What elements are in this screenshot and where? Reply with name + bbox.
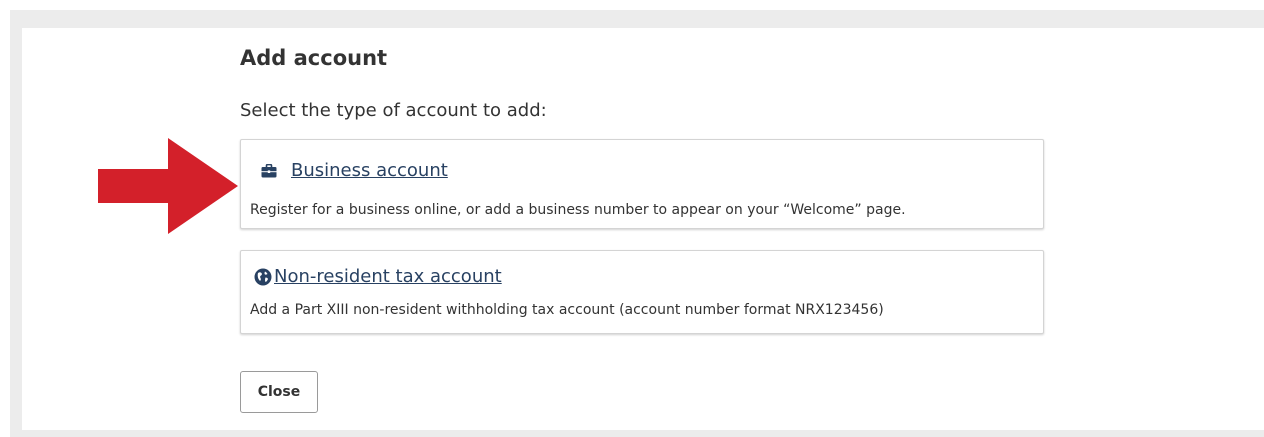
non-resident-account-link-row: Non-resident tax account [254, 266, 502, 287]
non-resident-account-card: Non-resident tax account Add a Part XIII… [240, 250, 1044, 334]
business-account-link[interactable]: Business account [291, 160, 448, 181]
briefcase-icon [261, 163, 277, 178]
business-account-link-row: Business account [261, 160, 448, 181]
dialog-prompt: Select the type of account to add: [240, 100, 547, 121]
red-arrow-annotation [98, 138, 238, 234]
dialog-title: Add account [240, 46, 388, 70]
business-account-description: Register for a business online, or add a… [250, 202, 906, 218]
business-account-card: Business account Register for a business… [240, 139, 1044, 229]
non-resident-account-description: Add a Part XIII non-resident withholding… [250, 302, 884, 318]
close-button[interactable]: Close [240, 371, 318, 413]
non-resident-account-link[interactable]: Non-resident tax account [274, 266, 502, 287]
globe-icon [254, 268, 272, 286]
